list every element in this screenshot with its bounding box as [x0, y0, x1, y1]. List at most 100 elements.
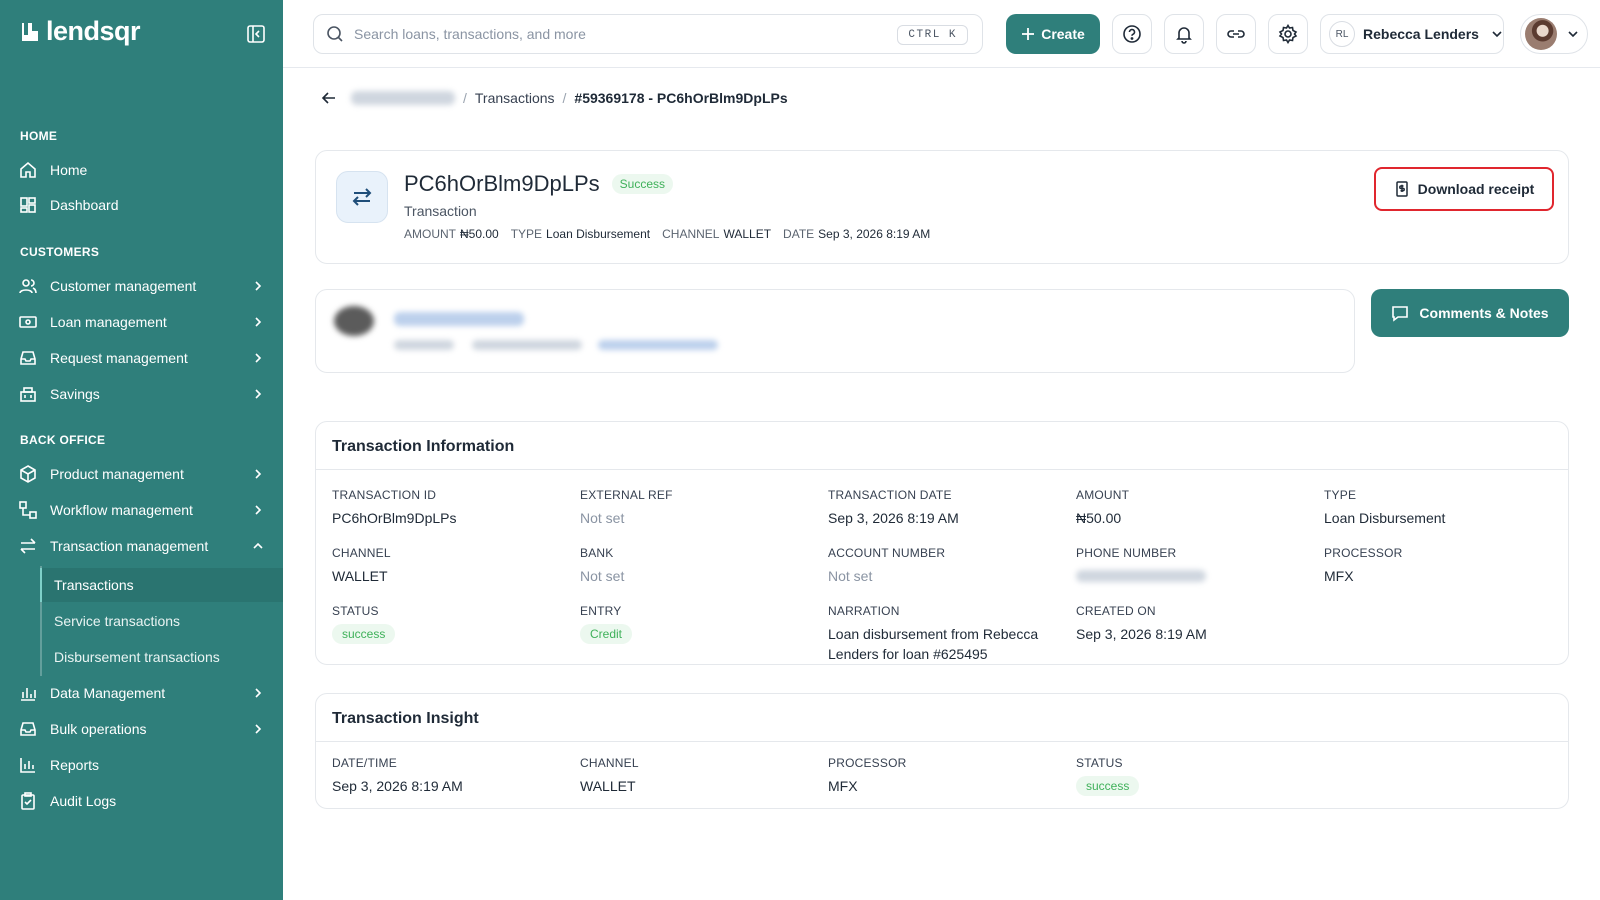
breadcrumb-separator: / [463, 90, 467, 106]
create-button[interactable]: Create [1006, 14, 1100, 54]
link-button[interactable] [1216, 14, 1256, 54]
sidebar-item-dashboard[interactable]: Dashboard [0, 188, 283, 222]
sidebar-item-workflow-management[interactable]: Workflow management [0, 493, 283, 527]
sidebar-item-label: Bulk operations [50, 721, 147, 737]
transaction-reference: PC6hOrBlm9DpLPs [404, 171, 600, 196]
divider [316, 469, 1568, 470]
sidebar-subitem-transactions[interactable]: Transactions [40, 568, 283, 602]
transaction-subtitle: Transaction [404, 203, 477, 219]
sidebar-item-savings[interactable]: Savings [0, 377, 283, 411]
breadcrumb-current: #59369178 - PC6hOrBlm9DpLPs [574, 90, 788, 106]
comment-icon [1392, 306, 1409, 322]
sidebar-subitem-disbursement-transactions[interactable]: Disbursement transactions [40, 640, 283, 674]
chevron-right-icon [255, 724, 262, 734]
insight-channel: CHANNEL WALLET [580, 756, 639, 794]
user-menu[interactable]: RL Rebecca Lenders [1320, 14, 1504, 54]
field-status: STATUS success [332, 604, 396, 644]
customer-name-redacted [394, 312, 524, 326]
money-icon [18, 312, 38, 332]
field-transaction-id: TRANSACTION ID PC6hOrBlm9DpLPs [332, 488, 457, 526]
field-type: TYPE Loan Disbursement [1324, 488, 1446, 526]
field-processor: PROCESSOR MFX [1324, 546, 1403, 584]
breadcrumb-transactions[interactable]: Transactions [475, 90, 555, 106]
customer-phone-redacted [472, 340, 582, 350]
sidebar-item-label: Loan management [50, 314, 167, 330]
collapse-sidebar-icon[interactable] [246, 24, 266, 44]
comments-notes-button[interactable]: Comments & Notes [1371, 289, 1569, 337]
sidebar-item-label: Savings [50, 386, 100, 402]
inbox-icon [18, 348, 38, 368]
transaction-insight-card: Transaction Insight DATE/TIME Sep 3, 202… [315, 693, 1569, 809]
sidebar-subitem-service-transactions[interactable]: Service transactions [40, 604, 283, 638]
meta-date: DATE Sep 3, 2026 8:19 AM [783, 227, 931, 241]
dashboard-icon [18, 195, 38, 215]
sidebar-item-audit-logs[interactable]: Audit Logs [0, 784, 283, 818]
status-pill: success [332, 624, 396, 644]
home-icon [18, 160, 38, 180]
report-chart-icon [18, 755, 38, 775]
section-customers: CUSTOMERS [20, 245, 100, 259]
meta-amount: AMOUNT ₦50.00 [404, 227, 499, 241]
field-created-on: CREATED ON Sep 3, 2026 8:19 AM [1076, 604, 1207, 642]
chevron-up-icon [253, 542, 263, 549]
global-search[interactable]: CTRL K [313, 14, 983, 54]
chevron-right-icon [255, 317, 262, 327]
sidebar-item-label: Request management [50, 350, 188, 366]
search-input[interactable] [354, 26, 874, 42]
sidebar-item-reports[interactable]: Reports [0, 748, 283, 782]
profile-menu[interactable] [1520, 14, 1588, 54]
savings-icon [18, 384, 38, 404]
sidebar-item-bulk-operations[interactable]: Bulk operations [0, 712, 283, 746]
chevron-right-icon [255, 389, 262, 399]
phone-number-redacted [1076, 570, 1206, 582]
search-shortcut-hint: CTRL K [897, 25, 968, 45]
plus-icon [1022, 28, 1035, 40]
sidebar-item-label: Audit Logs [50, 793, 117, 809]
help-icon [1123, 25, 1141, 43]
user-name: Rebecca Lenders [1363, 26, 1479, 42]
breadcrumb-customer-redacted[interactable] [351, 91, 455, 105]
sidebar-item-request-management[interactable]: Request management [0, 341, 283, 375]
inbox-icon [18, 719, 38, 739]
notifications-button[interactable] [1164, 14, 1204, 54]
workflow-icon [18, 500, 38, 520]
create-button-label: Create [1041, 26, 1085, 42]
meta-channel: CHANNEL WALLET [662, 227, 772, 241]
sidebar-item-home[interactable]: Home [0, 153, 283, 187]
transaction-header-card: PC6hOrBlm9DpLPs Success Transaction AMOU… [315, 150, 1569, 264]
transaction-information-card: Transaction Information TRANSACTION ID P… [315, 421, 1569, 665]
sidebar-item-label: Home [50, 162, 88, 178]
customer-avatar-redacted [334, 306, 374, 336]
sidebar-item-label: Product management [50, 466, 184, 482]
customer-email-redacted [598, 340, 718, 350]
field-account-number: ACCOUNT NUMBER Not set [828, 546, 946, 584]
sidebar-item-customer-management[interactable]: Customer management [0, 269, 283, 303]
transaction-title: PC6hOrBlm9DpLPs Success [404, 171, 673, 197]
download-receipt-button[interactable]: Download receipt [1374, 167, 1554, 211]
transfer-icon [18, 536, 38, 556]
link-icon [1227, 30, 1245, 38]
sidebar-item-label: Customer management [50, 278, 197, 294]
brand-logo[interactable]: lendsqr [20, 16, 141, 47]
help-button[interactable] [1112, 14, 1152, 54]
bar-chart-icon [18, 683, 38, 703]
sidebar-item-transaction-management[interactable]: Transaction management [0, 529, 283, 563]
sidebar-item-label: Dashboard [50, 197, 119, 213]
comments-notes-label: Comments & Notes [1419, 305, 1549, 321]
gear-icon [1278, 24, 1298, 44]
section-home: HOME [20, 129, 58, 143]
box-icon [18, 464, 38, 484]
sidebar-item-product-management[interactable]: Product management [0, 457, 283, 491]
back-arrow-icon[interactable] [321, 90, 337, 106]
lendsqr-logo-icon [22, 22, 38, 41]
chevron-down-icon [1492, 31, 1502, 38]
sidebar-item-loan-management[interactable]: Loan management [0, 305, 283, 339]
sidebar-item-data-management[interactable]: Data Management [0, 676, 283, 710]
field-amount: AMOUNT ₦50.00 [1076, 488, 1130, 526]
settings-button[interactable] [1268, 14, 1308, 54]
customer-card[interactable] [315, 289, 1355, 373]
clipboard-check-icon [18, 791, 38, 811]
status-pill: success [1076, 776, 1140, 796]
sidebar-item-label: Reports [50, 757, 100, 773]
transaction-icon-tile [336, 171, 388, 223]
